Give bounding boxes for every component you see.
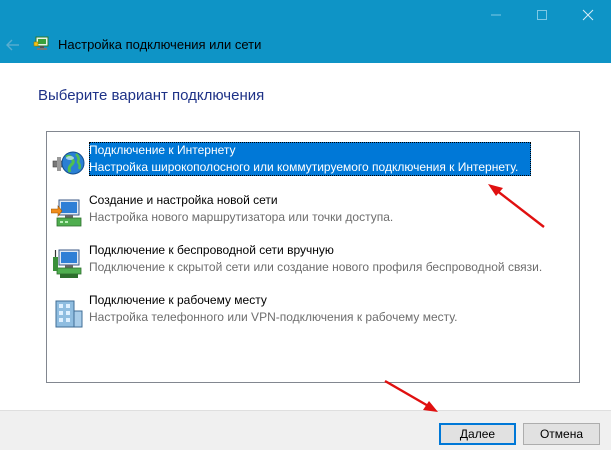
page-heading: Выберите вариант подключения: [38, 87, 265, 104]
option-description: Настройка широкополосного или коммутируе…: [89, 160, 519, 174]
back-arrow-icon: [6, 39, 19, 51]
title-bar: Настройка подключения или сети: [0, 0, 611, 63]
workplace-building-icon: [51, 297, 85, 329]
network-setup-icon: [33, 35, 51, 53]
cancel-button[interactable]: Отмена: [523, 423, 600, 445]
option-title: Подключение к беспроводной сети вручную: [89, 243, 334, 257]
option-workplace[interactable]: Подключение к рабочему месту Настройка т…: [47, 292, 579, 332]
next-button[interactable]: Далее: [439, 423, 516, 445]
window-title: Настройка подключения или сети: [58, 37, 262, 52]
close-button[interactable]: [565, 0, 611, 30]
dialog-footer: [0, 410, 611, 450]
router-setup-icon: [50, 197, 85, 229]
option-description: Настройка телефонного или VPN-подключени…: [89, 310, 458, 324]
back-button[interactable]: [4, 36, 22, 54]
globe-network-icon: [51, 147, 85, 179]
option-title: Создание и настройка новой сети: [89, 193, 278, 207]
connection-options-list: Подключение к Интернету Настройка широко…: [46, 131, 580, 383]
option-description: Настройка нового маршрутизатора или точк…: [89, 210, 394, 224]
option-internet-connection[interactable]: Подключение к Интернету Настройка широко…: [47, 142, 579, 182]
option-wireless-manual[interactable]: Подключение к беспроводной сети вручную …: [47, 242, 579, 282]
option-title: Подключение к рабочему месту: [89, 293, 267, 307]
maximize-button[interactable]: [519, 0, 565, 30]
minimize-icon: [491, 14, 501, 16]
maximize-icon: [537, 10, 547, 20]
option-title: Подключение к Интернету: [89, 143, 236, 157]
option-description: Подключение к скрытой сети или создание …: [89, 260, 543, 274]
minimize-button[interactable]: [473, 0, 519, 30]
option-new-network[interactable]: Создание и настройка новой сети Настройк…: [47, 192, 579, 232]
close-icon: [582, 9, 594, 21]
annotation-arrow-next: [384, 379, 438, 412]
wireless-network-icon: [51, 247, 85, 279]
